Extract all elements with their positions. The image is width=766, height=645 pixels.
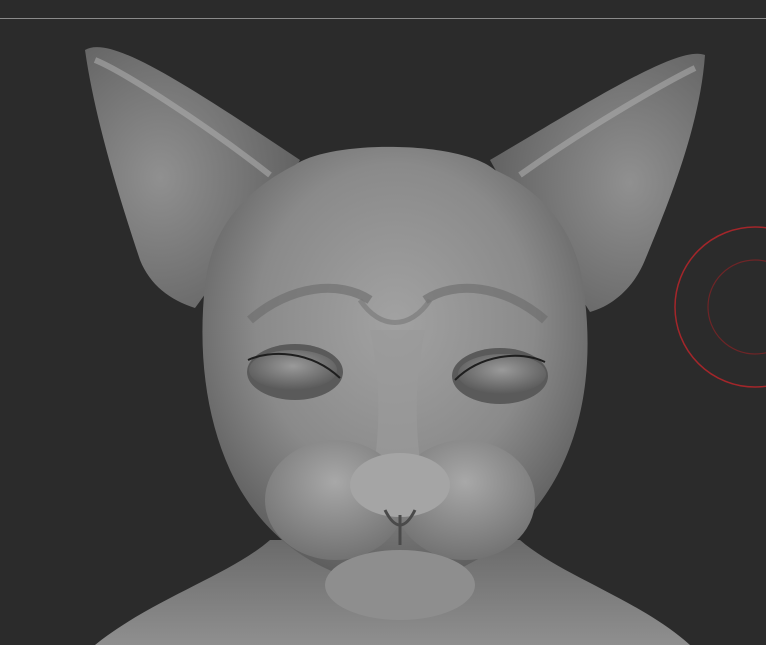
sculpt-left-eye [247, 344, 343, 400]
sculpt-right-eye [452, 348, 548, 404]
sculpt-viewport[interactable] [0, 0, 766, 645]
brush-circle-cursor-icon [674, 226, 766, 388]
sculpt-canvas[interactable] [0, 0, 766, 645]
sculpt-nose-bridge [370, 330, 425, 460]
